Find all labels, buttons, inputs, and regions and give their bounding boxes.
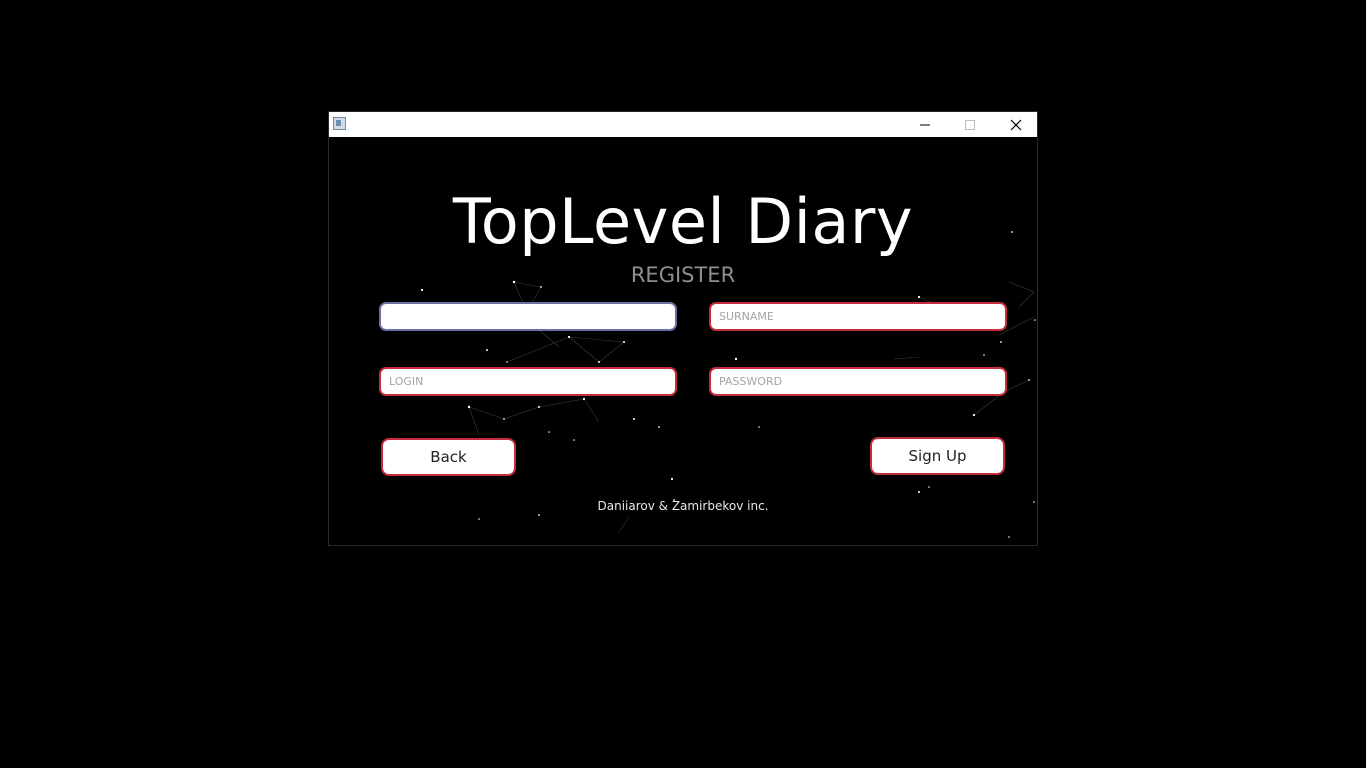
close-button[interactable] bbox=[993, 112, 1038, 137]
sign-up-button[interactable]: Sign Up bbox=[870, 437, 1005, 475]
minimize-icon bbox=[919, 124, 930, 125]
app-title: TopLevel Diary bbox=[452, 185, 914, 258]
login-input[interactable] bbox=[379, 367, 677, 396]
maximize-button[interactable] bbox=[947, 112, 992, 137]
minimize-button[interactable] bbox=[902, 112, 947, 137]
register-window: TopLevel Diary REGISTER Back Sign Up Dan… bbox=[328, 111, 1038, 546]
maximize-icon bbox=[964, 119, 975, 130]
page-subtitle: REGISTER bbox=[630, 263, 736, 287]
close-icon bbox=[1010, 119, 1021, 130]
password-input[interactable] bbox=[709, 367, 1007, 396]
title-bar[interactable] bbox=[329, 112, 1037, 137]
name-input[interactable] bbox=[379, 302, 677, 331]
app-icon bbox=[333, 117, 346, 130]
footer-credits: Daniiarov & Zamirbekov inc. bbox=[597, 499, 769, 513]
back-button[interactable]: Back bbox=[381, 438, 516, 476]
surname-input[interactable] bbox=[709, 302, 1007, 331]
